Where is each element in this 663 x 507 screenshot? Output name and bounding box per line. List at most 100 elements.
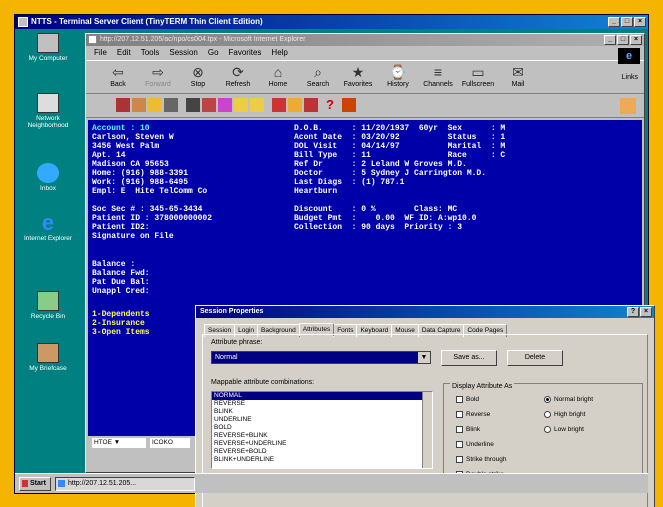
taskbar-item-browser[interactable]: http://207.12.51.205... (55, 477, 195, 491)
save-as-button[interactable]: Save as... (441, 350, 497, 366)
checkbox-strike-through[interactable]: Strike through (456, 456, 506, 463)
terminal-menu-item[interactable]: 2-Insurance (92, 319, 145, 328)
delete-button[interactable]: Delete (507, 350, 563, 366)
menu-help[interactable]: Help (271, 46, 287, 60)
terminal-menu-item[interactable]: 3-Open Items (92, 328, 150, 337)
status-field[interactable]: ICOKO (150, 438, 190, 448)
menu-favorites[interactable]: Favorites (229, 46, 262, 60)
list-scrollbar[interactable] (422, 392, 432, 468)
list-item[interactable]: BLINK+UNDERLINE (212, 456, 432, 464)
list-item[interactable]: NORMAL (212, 392, 432, 400)
checkbox-box[interactable] (456, 396, 463, 403)
terminal-line: Empl: E Hite TelComm Co (92, 187, 208, 196)
toolbar-stop-button[interactable]: ⊗ Stop (180, 61, 216, 93)
dialog-close-button[interactable]: × (640, 307, 652, 317)
window-titlebar[interactable]: NTTS - Terminal Server Client (TinyTERM … (15, 15, 648, 29)
toolbar-label: Favorites (343, 81, 373, 88)
toolbar-label: Refresh (225, 81, 251, 88)
tool-save-icon[interactable] (164, 98, 178, 112)
list-item[interactable]: REVERSE+BOLD (212, 448, 432, 456)
tool-print-icon[interactable] (202, 98, 216, 112)
list-item[interactable]: UNDERLINE (212, 416, 432, 424)
toolbar-history-button[interactable]: ⌚ History (380, 61, 416, 93)
tool-grid-icon[interactable] (186, 98, 200, 112)
tool-lock-icon[interactable] (148, 98, 162, 112)
checkbox-box[interactable] (456, 426, 463, 433)
network-neighborhood-icon[interactable]: Network Neighborhood (19, 93, 77, 129)
toolbar-fullscreen-button[interactable]: ▭ Fullscreen (460, 61, 496, 93)
attribute-phrase-label: Attribute phrase: (211, 339, 263, 346)
radio-dot[interactable] (544, 396, 551, 403)
tool-font-icon[interactable] (304, 98, 318, 112)
dialog-help-button[interactable]: ? (627, 307, 639, 317)
menu-go[interactable]: Go (208, 46, 219, 60)
checkbox-box[interactable] (456, 411, 463, 418)
toolbar-mail-button[interactable]: ✉ Mail (500, 61, 536, 93)
checkbox-bold[interactable]: Bold (456, 396, 479, 403)
menu-edit[interactable]: Edit (117, 46, 131, 60)
tool-minus-icon[interactable] (288, 98, 302, 112)
toolbar-refresh-button[interactable]: ⟳ Refresh (220, 61, 256, 93)
menu-session[interactable]: Session (169, 46, 197, 60)
start-button[interactable]: Start (19, 477, 51, 491)
terminal-line: 3456 West Palm (92, 142, 160, 151)
tool-filter-icon[interactable] (218, 98, 232, 112)
checkbox-blink[interactable]: Blink (456, 426, 480, 433)
history-icon: ⌚ (389, 64, 407, 80)
terminal-menu-item[interactable]: 1-Dependents (92, 310, 150, 319)
browser-minimize-button[interactable]: _ (604, 35, 616, 45)
menu-file[interactable]: File (94, 46, 107, 60)
browser-maximize-button[interactable]: □ (617, 35, 629, 45)
radio-dot[interactable] (544, 426, 551, 433)
my-briefcase-icon[interactable]: My Briefcase (19, 343, 77, 372)
help-icon[interactable]: ? (326, 98, 340, 112)
toolbar-channels-button[interactable]: ≡ Channels (420, 61, 456, 93)
maximize-button[interactable]: □ (621, 17, 633, 27)
list-item[interactable]: BLINK (212, 408, 432, 416)
terminal-line: Collection : 90 days Priority : 3 (294, 223, 463, 232)
tool-folder-open-icon[interactable] (250, 98, 264, 112)
status-select[interactable]: HTOE ▼ (92, 438, 146, 448)
inbox-icon[interactable]: Inbox (19, 163, 77, 192)
tool-settings-icon[interactable] (620, 98, 636, 114)
radio-dot[interactable] (544, 411, 551, 418)
list-item[interactable]: BOLD (212, 424, 432, 432)
radio-normal-bright[interactable]: Normal bright (544, 396, 593, 403)
close-button[interactable]: × (634, 17, 646, 27)
toolbar-home-button[interactable]: ⌂ Home (260, 61, 296, 93)
list-item[interactable]: REVERSE (212, 400, 432, 408)
toolbar-label: Mail (511, 81, 525, 88)
radio-high-bright[interactable]: High bright (544, 411, 585, 418)
tool-user-icon[interactable] (272, 98, 286, 112)
browser-close-button[interactable]: × (630, 35, 642, 45)
recycle-bin-icon[interactable]: Recycle Bin (19, 291, 77, 320)
browser-toolbar: ⇦ Back ⇨ Forward ⊗ Stop ⟳ Refresh ⌂ Home ⌕ Search ★ F… (86, 60, 644, 94)
toolbar-search-button[interactable]: ⌕ Search (300, 61, 336, 93)
checkbox-box[interactable] (456, 456, 463, 463)
list-item[interactable]: REVERSE+BLINK (212, 432, 432, 440)
checkbox-box[interactable] (456, 441, 463, 448)
combinations-list[interactable]: NORMAL REVERSE BLINK UNDERLINE BOLD REVERSE+B… (211, 391, 433, 469)
tool-pen-icon[interactable] (116, 98, 130, 112)
tool-exit-icon[interactable] (342, 98, 356, 112)
radio-low-bright[interactable]: Low bright (544, 426, 584, 433)
checkbox-reverse[interactable]: Reverse (456, 411, 490, 418)
toolbar-favorites-button[interactable]: ★ Favorites (340, 61, 376, 93)
tool-folder-icon[interactable] (234, 98, 248, 112)
my-computer-icon[interactable]: My Computer (19, 33, 77, 62)
attribute-phrase-select[interactable]: Normal ▼ (211, 351, 431, 364)
minimize-button[interactable]: _ (608, 17, 620, 27)
internet-explorer-icon[interactable]: e Internet Explorer (19, 212, 77, 243)
chevron-down-icon[interactable]: ▼ (418, 352, 430, 363)
checkbox-underline[interactable]: Underline (456, 441, 494, 448)
menu-tools[interactable]: Tools (141, 46, 160, 60)
list-item[interactable]: REVERSE+UNDERLINE (212, 440, 432, 448)
toolbar-back-button[interactable]: ⇦ Back (100, 61, 136, 93)
forward-arrow-icon: ⇨ (152, 64, 164, 80)
terminal-line: Soc Sec # : 345-65-3434 (92, 205, 203, 214)
links-label[interactable]: Links (622, 74, 638, 81)
tool-brush-icon[interactable] (132, 98, 146, 112)
browser-titlebar[interactable]: http://207.12.51.205/ac/npo/cs004.tpx - … (86, 34, 644, 46)
toolbar-forward-button[interactable]: ⇨ Forward (140, 61, 176, 93)
dialog-titlebar[interactable]: Session Properties ? × (196, 306, 654, 318)
